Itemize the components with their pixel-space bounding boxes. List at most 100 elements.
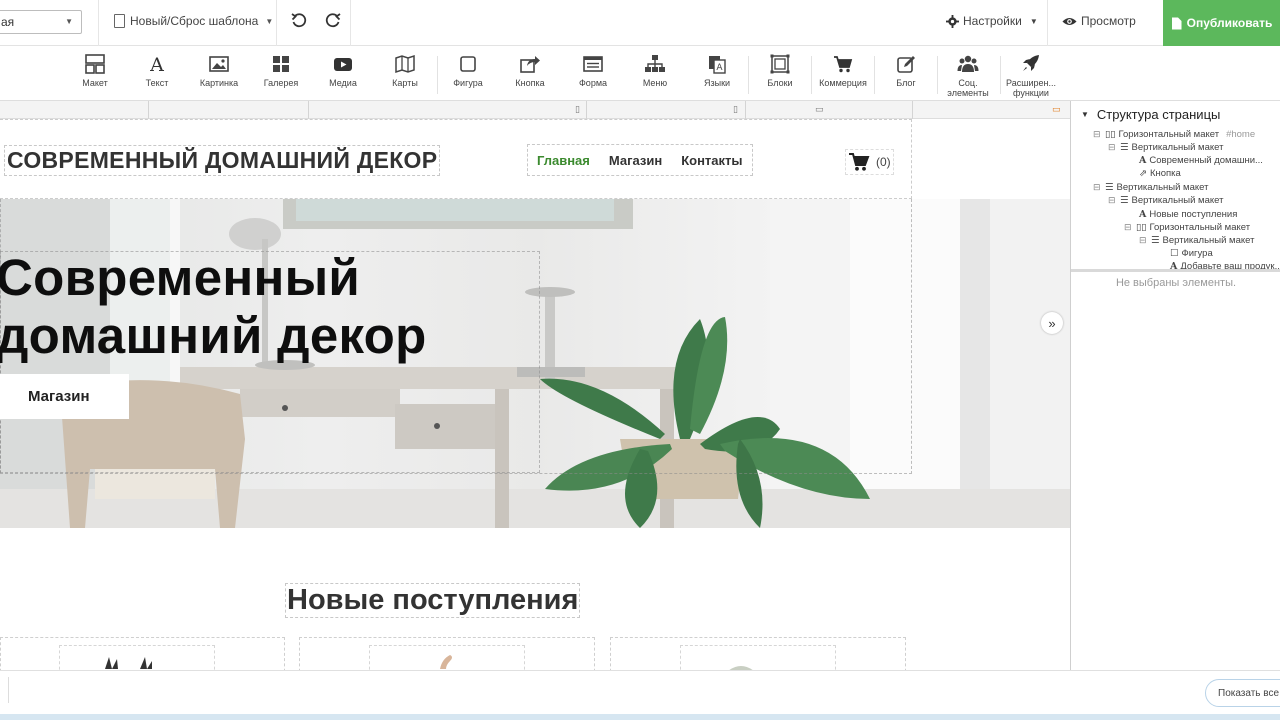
divider: [98, 0, 99, 46]
tree-item[interactable]: ⊟ ☰ Вертикальный макет: [1108, 142, 1223, 153]
tool-media[interactable]: Медиа: [312, 54, 374, 88]
map-icon: [395, 54, 415, 74]
tool-label: Кнопка: [515, 78, 545, 88]
document-icon: [114, 14, 125, 28]
cart-widget[interactable]: (0): [845, 149, 894, 175]
tree-item-label: Вертикальный макет: [1131, 195, 1224, 206]
divider: [1047, 0, 1048, 46]
tool-shape[interactable]: Фигура: [437, 54, 499, 88]
sitemap-icon: [645, 55, 665, 72]
nav-item-contacts[interactable]: Контакты: [681, 153, 742, 168]
tree-item[interactable]: ⊟ ☰ Вертикальный макет: [1108, 195, 1223, 206]
tree-item-label: Вертикальный макет: [1131, 142, 1224, 153]
rows-icon: ☰: [1105, 182, 1114, 193]
settings-button[interactable]: Настройки ▼: [946, 14, 1038, 28]
tool-label: Коммерция: [819, 78, 867, 88]
nav-item-shop[interactable]: Магазин: [609, 153, 662, 168]
hero-section[interactable]: Современный домашний декор Магазин »: [0, 199, 1070, 528]
hero-title-line-1: Современный: [0, 249, 361, 306]
collapse-box-icon[interactable]: ⊟: [1093, 129, 1102, 140]
tool-layout[interactable]: Макет: [64, 54, 126, 88]
product-image-bowl: [729, 666, 753, 670]
collapse-icon[interactable]: ▼: [1081, 110, 1089, 119]
panel-splitter[interactable]: [1071, 269, 1280, 272]
product-image-vase: [440, 655, 452, 669]
tool-blocks[interactable]: Блоки: [749, 54, 811, 88]
tool-image[interactable]: Картинка: [188, 54, 250, 88]
panel-title: Структура страницы: [1096, 107, 1221, 122]
laptop-icon[interactable]: ▭: [815, 104, 824, 115]
tool-languages[interactable]: A Языки: [686, 54, 748, 88]
nav-item-home[interactable]: Главная: [537, 153, 590, 168]
desktop-icon[interactable]: ▭: [1052, 104, 1061, 115]
gallery-icon: [273, 56, 289, 72]
show-all-button[interactable]: Показать все: [1205, 679, 1280, 707]
tool-label: Фигура: [453, 78, 483, 88]
redo-icon[interactable]: [324, 12, 342, 30]
ruler-tick: [148, 101, 149, 119]
page-select[interactable]: ая ▼: [0, 10, 82, 34]
collapse-box-icon[interactable]: ⊟: [1139, 235, 1148, 246]
tool-text[interactable]: A Текст: [126, 54, 188, 88]
tablet-icon[interactable]: ▯: [733, 104, 738, 115]
tool-menu[interactable]: Меню: [624, 54, 686, 88]
tool-social[interactable]: Соц. элементы: [937, 54, 999, 98]
language-icon: A: [709, 56, 726, 74]
page-canvas[interactable]: СОВРЕМЕННЫЙ ДОМАШНИЙ ДЕКОР Главная Магаз…: [0, 119, 1070, 670]
eye-icon: [1062, 17, 1077, 25]
share-icon: [520, 56, 540, 73]
tool-maps[interactable]: Карты: [374, 54, 436, 88]
hero-shop-button[interactable]: Магазин: [0, 374, 129, 419]
preview-button[interactable]: Просмотр: [1062, 14, 1136, 28]
tree-item[interactable]: ⊟ ▯▯ Горизонтальный макет: [1124, 222, 1250, 233]
collapse-box-icon[interactable]: ⊟: [1108, 195, 1117, 206]
tool-advanced[interactable]: Расширен... функции: [1000, 54, 1062, 98]
tool-button[interactable]: Кнопка: [499, 54, 561, 88]
template-label: Новый/Сброс шаблона: [130, 14, 259, 28]
tree-item[interactable]: ⊟ ☰ Вертикальный макет: [1139, 235, 1254, 246]
page-structure-panel: ▼ Структура страницы ⊟ ▯▯ Горизонтальный…: [1070, 101, 1280, 670]
chevron-down-icon: ▼: [1029, 16, 1038, 26]
new-arrivals-title[interactable]: Новые поступления: [285, 583, 581, 618]
site-nav[interactable]: Главная Магазин Контакты: [527, 144, 753, 176]
phone-icon[interactable]: ▯: [575, 104, 580, 115]
tool-form[interactable]: Форма: [562, 54, 624, 88]
tree-item[interactable]: ☐ Фигура: [1170, 248, 1213, 259]
tool-label: Медиа: [329, 78, 357, 88]
rocket-icon: [1023, 55, 1039, 71]
collapse-box-icon[interactable]: ⊟: [1124, 222, 1133, 233]
publish-button[interactable]: Опубликовать: [1163, 0, 1280, 46]
tool-commerce[interactable]: Коммерция: [812, 54, 874, 88]
tool-label: Текст: [145, 78, 169, 88]
hero-title[interactable]: Современный домашний декор: [0, 249, 427, 365]
tree-item[interactable]: ⇗ Кнопка: [1139, 168, 1181, 179]
new-template-button[interactable]: Новый/Сброс шаблона ▼: [114, 14, 273, 28]
tool-gallery[interactable]: Галерея: [250, 54, 312, 88]
top-bar: ая ▼ Новый/Сброс шаблона ▼ Настройки ▼ П…: [0, 0, 1280, 46]
ruler-tick: [745, 101, 746, 119]
tree-item-label: Горизонтальный макет: [1149, 222, 1251, 233]
undo-icon[interactable]: [290, 12, 308, 30]
product-image: [680, 645, 836, 670]
divider: [276, 0, 277, 46]
slider-next-button[interactable]: »: [1041, 312, 1063, 334]
divider: [350, 0, 351, 46]
tool-label: Языки: [703, 78, 731, 88]
rows-icon: ☰: [1120, 142, 1129, 153]
tool-label: функции: [1013, 88, 1049, 98]
tool-label: Макет: [82, 78, 108, 88]
site-title[interactable]: СОВРЕМЕННЫЙ ДОМАШНИЙ ДЕКОР: [4, 145, 441, 176]
ruler-tick: [586, 101, 587, 119]
no-selection-text: Не выбраны элементы.: [1115, 277, 1237, 289]
tree-item[interactable]: ⊟ ▯▯ Горизонтальный макет #home: [1093, 129, 1255, 140]
panel-header[interactable]: ▼ Структура страницы: [1081, 107, 1220, 122]
tool-blog[interactable]: Блог: [875, 54, 937, 88]
tree-item[interactable]: A Современный домашни...: [1139, 155, 1263, 166]
users-icon: [957, 55, 979, 72]
tool-label: Меню: [642, 78, 668, 88]
collapse-box-icon[interactable]: ⊟: [1093, 182, 1102, 193]
tree-item[interactable]: A Новые поступления: [1139, 209, 1237, 220]
collapse-box-icon[interactable]: ⊟: [1108, 142, 1117, 153]
tree-item[interactable]: ⊟ ☰ Вертикальный макет: [1093, 182, 1208, 193]
tree-item-label: Новые поступления: [1149, 209, 1238, 220]
